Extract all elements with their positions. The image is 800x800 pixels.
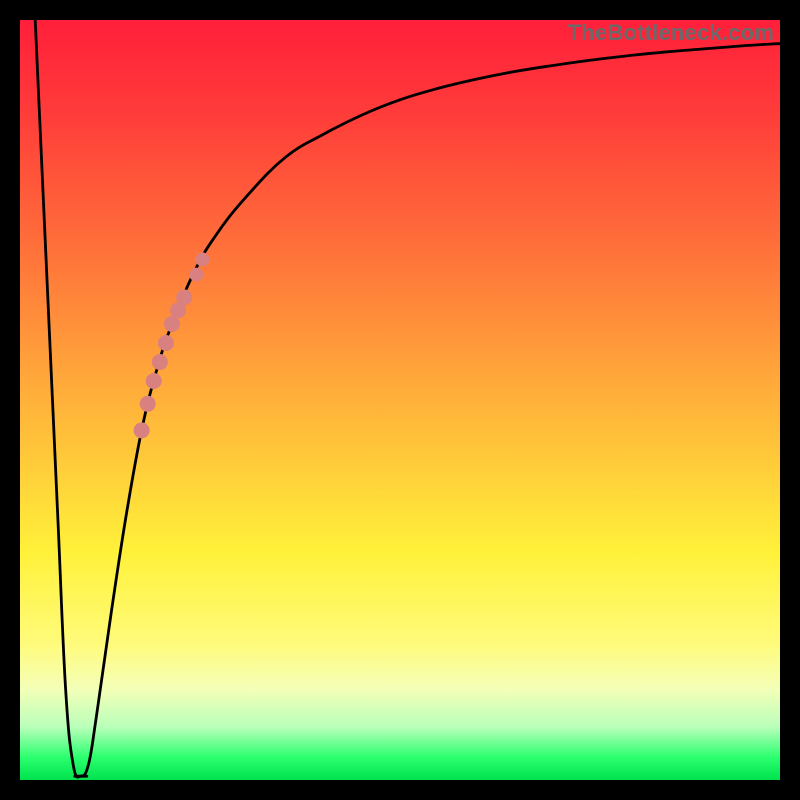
highlight-group [134, 252, 210, 438]
highlight-dot [189, 268, 203, 282]
highlight-dot [164, 316, 180, 332]
chart-plot-area: TheBottleneck.com [20, 20, 780, 780]
highlight-dot [140, 396, 156, 412]
highlight-dot [152, 354, 168, 370]
highlight-dot [134, 422, 150, 438]
highlight-dot [146, 373, 162, 389]
highlight-dot [158, 335, 174, 351]
highlight-dot [195, 252, 209, 266]
bottleneck-curve-svg [20, 20, 780, 780]
chart-frame: TheBottleneck.com [0, 0, 800, 800]
highlight-dot [176, 289, 192, 305]
